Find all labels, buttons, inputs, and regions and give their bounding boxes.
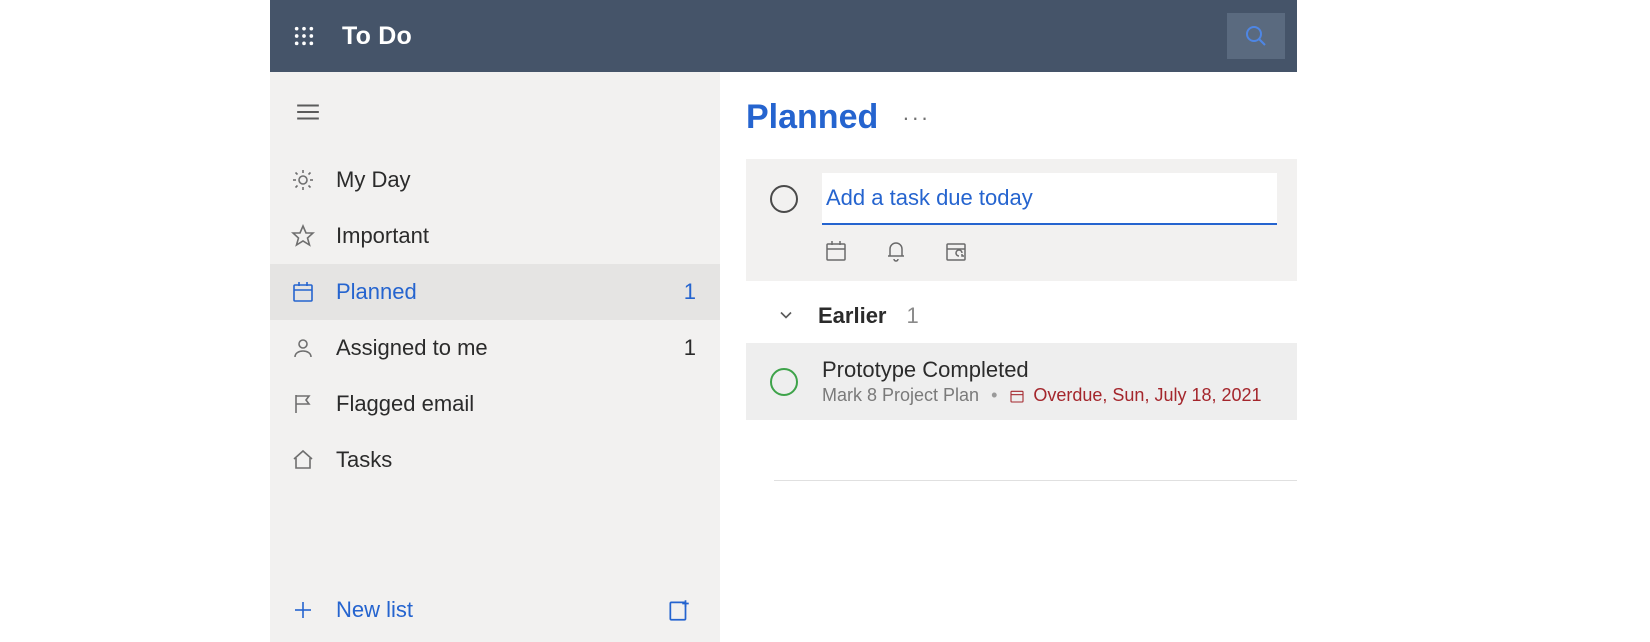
task-title: Prototype Completed bbox=[822, 357, 1262, 383]
star-icon bbox=[290, 223, 316, 249]
sidebar-item-assigned[interactable]: Assigned to me 1 bbox=[270, 320, 720, 376]
app-launcher-icon[interactable] bbox=[282, 14, 326, 58]
top-bar: To Do bbox=[270, 0, 1297, 72]
repeat-icon[interactable] bbox=[944, 239, 968, 263]
sidebar-item-important[interactable]: Important bbox=[270, 208, 720, 264]
due-date-icon[interactable] bbox=[824, 239, 848, 263]
task-complete-radio[interactable] bbox=[770, 368, 798, 396]
task-item[interactable]: Prototype Completed Mark 8 Project Plan … bbox=[746, 343, 1297, 420]
section-title: Earlier bbox=[818, 303, 887, 329]
calendar-icon bbox=[290, 279, 316, 305]
list-title: Planned bbox=[746, 98, 878, 137]
section-count: 1 bbox=[907, 303, 919, 329]
search-button[interactable] bbox=[1227, 13, 1285, 59]
flag-icon bbox=[290, 391, 316, 417]
calendar-small-icon bbox=[1009, 388, 1025, 404]
meta-separator: • bbox=[991, 385, 997, 406]
sidebar-item-planned[interactable]: Planned 1 bbox=[270, 264, 720, 320]
sidebar-item-label: Flagged email bbox=[336, 391, 696, 417]
task-due-badge: Overdue, Sun, July 18, 2021 bbox=[1009, 385, 1261, 406]
sidebar-item-tasks[interactable]: Tasks bbox=[270, 432, 720, 488]
list-options-button[interactable]: ··· bbox=[902, 105, 930, 131]
sidebar-item-count: 1 bbox=[684, 335, 696, 361]
main-pane: Planned ··· bbox=[720, 72, 1297, 642]
task-due-text: Overdue, Sun, July 18, 2021 bbox=[1033, 385, 1261, 406]
sidebar-item-count: 1 bbox=[684, 279, 696, 305]
sidebar-item-flagged[interactable]: Flagged email bbox=[270, 376, 720, 432]
sidebar-item-label: Planned bbox=[336, 279, 684, 305]
sidebar: My Day Important Planned 1 bbox=[270, 72, 720, 642]
new-list-label: New list bbox=[336, 597, 413, 623]
chevron-down-icon[interactable] bbox=[776, 305, 798, 327]
sidebar-item-label: Assigned to me bbox=[336, 335, 684, 361]
app-title: To Do bbox=[342, 22, 412, 51]
add-task-radio-icon[interactable] bbox=[770, 185, 798, 213]
section-divider bbox=[774, 480, 1297, 481]
new-group-button[interactable] bbox=[662, 593, 696, 627]
sidebar-item-label: My Day bbox=[336, 167, 696, 193]
sun-icon bbox=[290, 167, 316, 193]
person-icon bbox=[290, 335, 316, 361]
menu-toggle-icon[interactable] bbox=[286, 90, 330, 134]
task-list-name: Mark 8 Project Plan bbox=[822, 385, 979, 406]
sidebar-item-my-day[interactable]: My Day bbox=[270, 152, 720, 208]
section-header-earlier[interactable]: Earlier 1 bbox=[746, 281, 1297, 343]
add-task-input[interactable] bbox=[822, 173, 1277, 225]
add-task-panel bbox=[746, 159, 1297, 281]
new-list-button[interactable]: New list bbox=[290, 597, 413, 623]
reminder-icon[interactable] bbox=[884, 239, 908, 263]
home-icon bbox=[290, 447, 316, 473]
sidebar-item-label: Important bbox=[336, 223, 696, 249]
plus-icon bbox=[290, 597, 316, 623]
sidebar-item-label: Tasks bbox=[336, 447, 696, 473]
